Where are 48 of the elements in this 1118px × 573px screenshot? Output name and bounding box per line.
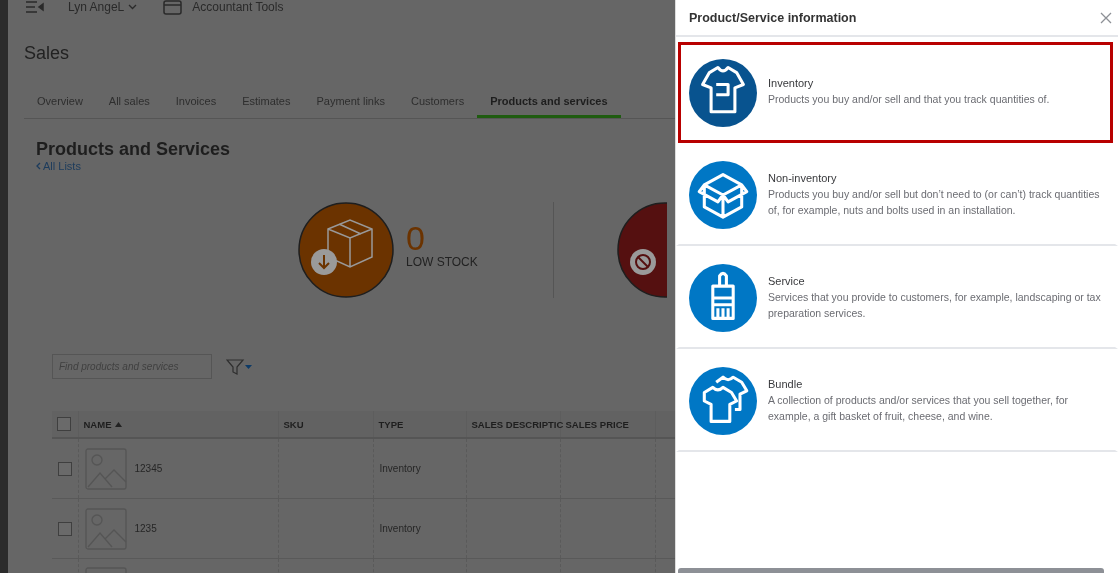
table-cell: Inventory	[379, 523, 421, 534]
option-title: Bundle	[768, 377, 804, 390]
tab[interactable]: Customers	[397, 90, 478, 118]
option-title: Inventory	[768, 77, 815, 90]
product-type-option[interactable]: Bundle A collection of products and/or services that you sell together, for example, a gift basket of fruit, cheese, and wine.	[676, 349, 1118, 452]
page-title: Sales	[24, 43, 71, 64]
chevron-left-icon[interactable]	[36, 162, 41, 170]
option-description: Products you buy and/or sell but don’t need to (or can’t) track quantities of, for example, nuts and bolts used in an installation.	[768, 186, 1101, 218]
low-stock-box-icon[interactable]	[298, 202, 394, 298]
panel-title: Product/Service information	[689, 10, 857, 25]
option-description: Services that you provide to customers, for example, landscaping or tax preparation services.	[768, 289, 1102, 321]
tab[interactable]: Overview	[24, 90, 96, 118]
option-title: Service	[768, 274, 806, 287]
product-type-option[interactable]: Inventory Products you buy and/or sell and that you track quantities of.	[678, 42, 1113, 143]
select-all-checkbox[interactable]	[57, 417, 71, 431]
company-name[interactable]: Lyn AngeL	[68, 0, 125, 14]
envelope-icon[interactable]	[163, 0, 183, 15]
product-type-option[interactable]: Service Services that you provide to customers, for example, landscaping or tax preparation services.	[676, 246, 1118, 349]
inventory-type-icon	[689, 58, 757, 127]
column-header[interactable]: NAME	[78, 411, 278, 438]
scrollbar[interactable]	[678, 568, 1104, 573]
all-lists-link[interactable]: All Lists	[43, 160, 81, 172]
service-type-icon	[689, 264, 757, 332]
option-title: Non-inventory	[768, 171, 838, 184]
chevron-icon[interactable]	[128, 4, 138, 10]
low-stock-count: 0	[406, 221, 426, 255]
column-header[interactable]: SKU	[278, 411, 373, 438]
close-icon[interactable]	[1100, 11, 1112, 24]
tab[interactable]: Estimates	[229, 90, 304, 118]
section-title: Products and Services	[36, 139, 232, 160]
filter-icon[interactable]	[226, 358, 252, 375]
option-description: A collection of products and/or services that you sell together, for example, a gift basket of fruit, cheese, and wine.	[768, 392, 1069, 424]
accountant-tools-link[interactable]: Accountant Tools	[192, 0, 284, 14]
product-type-option[interactable]: Non-inventory Products you buy and/or sell but don’t need to (or can’t) track quantities of, for example, nuts and bolts used in an installation.	[676, 143, 1118, 246]
non-inventory-type-icon	[689, 161, 757, 229]
table-cell: Inventory	[379, 463, 421, 474]
table-cell: 12345	[134, 463, 163, 474]
tab[interactable]: Products and services	[477, 90, 621, 118]
tab[interactable]: Invoices	[162, 90, 230, 118]
option-description: Products you buy and/or sell and that you track quantities of.	[768, 92, 1050, 108]
column-header[interactable]: TYPE	[373, 411, 466, 438]
table-cell: 1235	[134, 523, 157, 534]
menu-icon[interactable]	[26, 1, 44, 13]
low-stock-label: LOW STOCK	[406, 255, 478, 269]
sort-up-icon[interactable]	[115, 421, 123, 427]
bundle-type-icon	[689, 367, 757, 435]
row-checkbox[interactable]	[58, 461, 72, 476]
row-checkbox[interactable]	[58, 521, 72, 536]
